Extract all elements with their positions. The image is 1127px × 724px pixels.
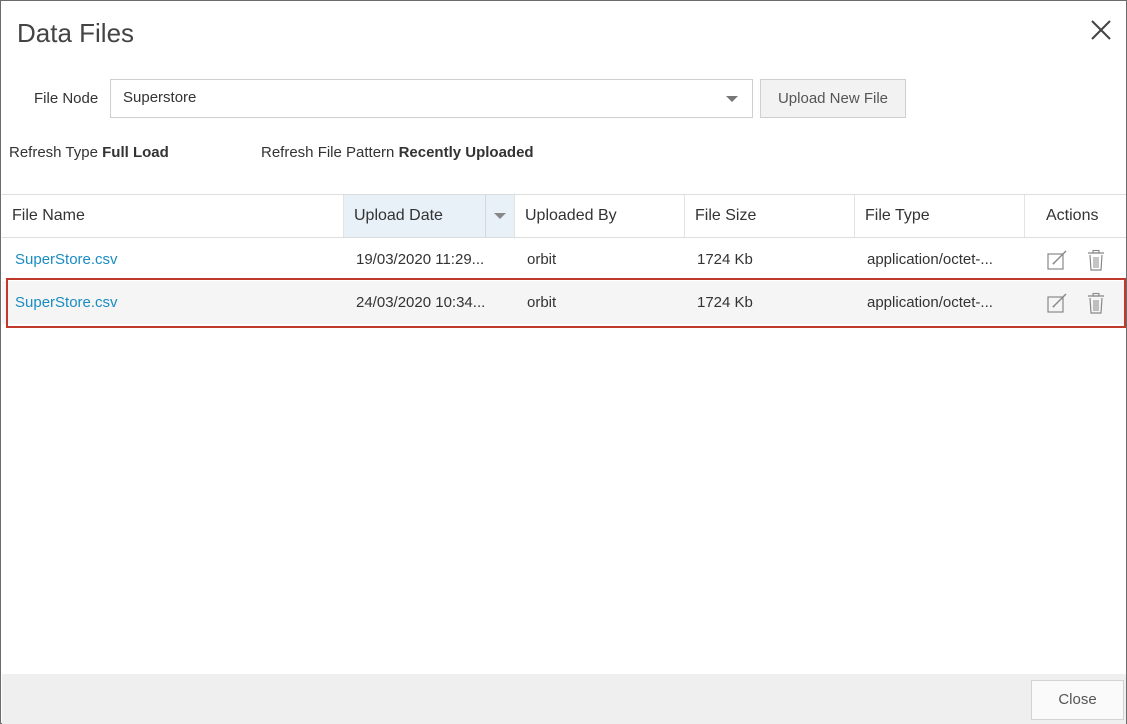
column-header-actions: Actions xyxy=(1046,207,1099,224)
refresh-pattern-label: Refresh File Pattern xyxy=(261,144,395,161)
chevron-down-icon xyxy=(726,96,738,102)
file-node-value: Superstore xyxy=(123,89,197,106)
trash-icon[interactable] xyxy=(1085,249,1107,271)
data-files-dialog: Data Files File Node Superstore Upload N… xyxy=(0,0,1127,724)
uploaded-by-cell: orbit xyxy=(527,251,557,268)
upload-date-cell: 19/03/2020 11:29... xyxy=(356,251,485,268)
column-header-file-size[interactable]: File Size xyxy=(685,195,855,237)
refresh-type-label: Refresh Type xyxy=(9,144,98,161)
column-header-uploaded-by[interactable]: Uploaded By xyxy=(515,195,685,237)
column-header-upload-date[interactable]: Upload Date xyxy=(344,195,515,237)
close-button[interactable]: Close xyxy=(1031,680,1124,720)
table-row[interactable]: SuperStore.csv 19/03/2020 11:29... orbit… xyxy=(2,238,1126,281)
file-type-cell: application/octet-... xyxy=(867,251,993,268)
header-divider xyxy=(485,195,486,237)
table-header: File Name Upload Date Uploaded By File S… xyxy=(2,194,1126,238)
column-header-file-name[interactable]: File Name xyxy=(2,195,344,237)
column-header-upload-date-label: Upload Date xyxy=(354,207,443,224)
refresh-pattern-value: Recently Uploaded xyxy=(398,144,534,161)
edit-icon[interactable] xyxy=(1046,249,1068,271)
file-size-cell: 1724 Kb xyxy=(697,251,753,268)
refresh-type: Refresh Type Full Load xyxy=(9,144,169,161)
dialog-title: Data Files xyxy=(17,18,135,48)
column-header-file-type[interactable]: File Type xyxy=(855,195,1025,237)
sort-down-icon[interactable] xyxy=(494,213,506,219)
upload-new-file-button[interactable]: Upload New File xyxy=(760,79,906,118)
close-icon[interactable] xyxy=(1089,18,1113,42)
refresh-type-value: Full Load xyxy=(102,144,169,161)
dialog-footer xyxy=(2,674,1126,724)
file-node-select[interactable]: Superstore xyxy=(110,79,753,118)
refresh-file-pattern: Refresh File Pattern Recently Uploaded xyxy=(261,144,534,161)
file-node-label: File Node xyxy=(34,90,99,107)
file-name-link[interactable]: SuperStore.csv xyxy=(15,238,335,281)
selected-row-highlight xyxy=(6,278,1126,328)
